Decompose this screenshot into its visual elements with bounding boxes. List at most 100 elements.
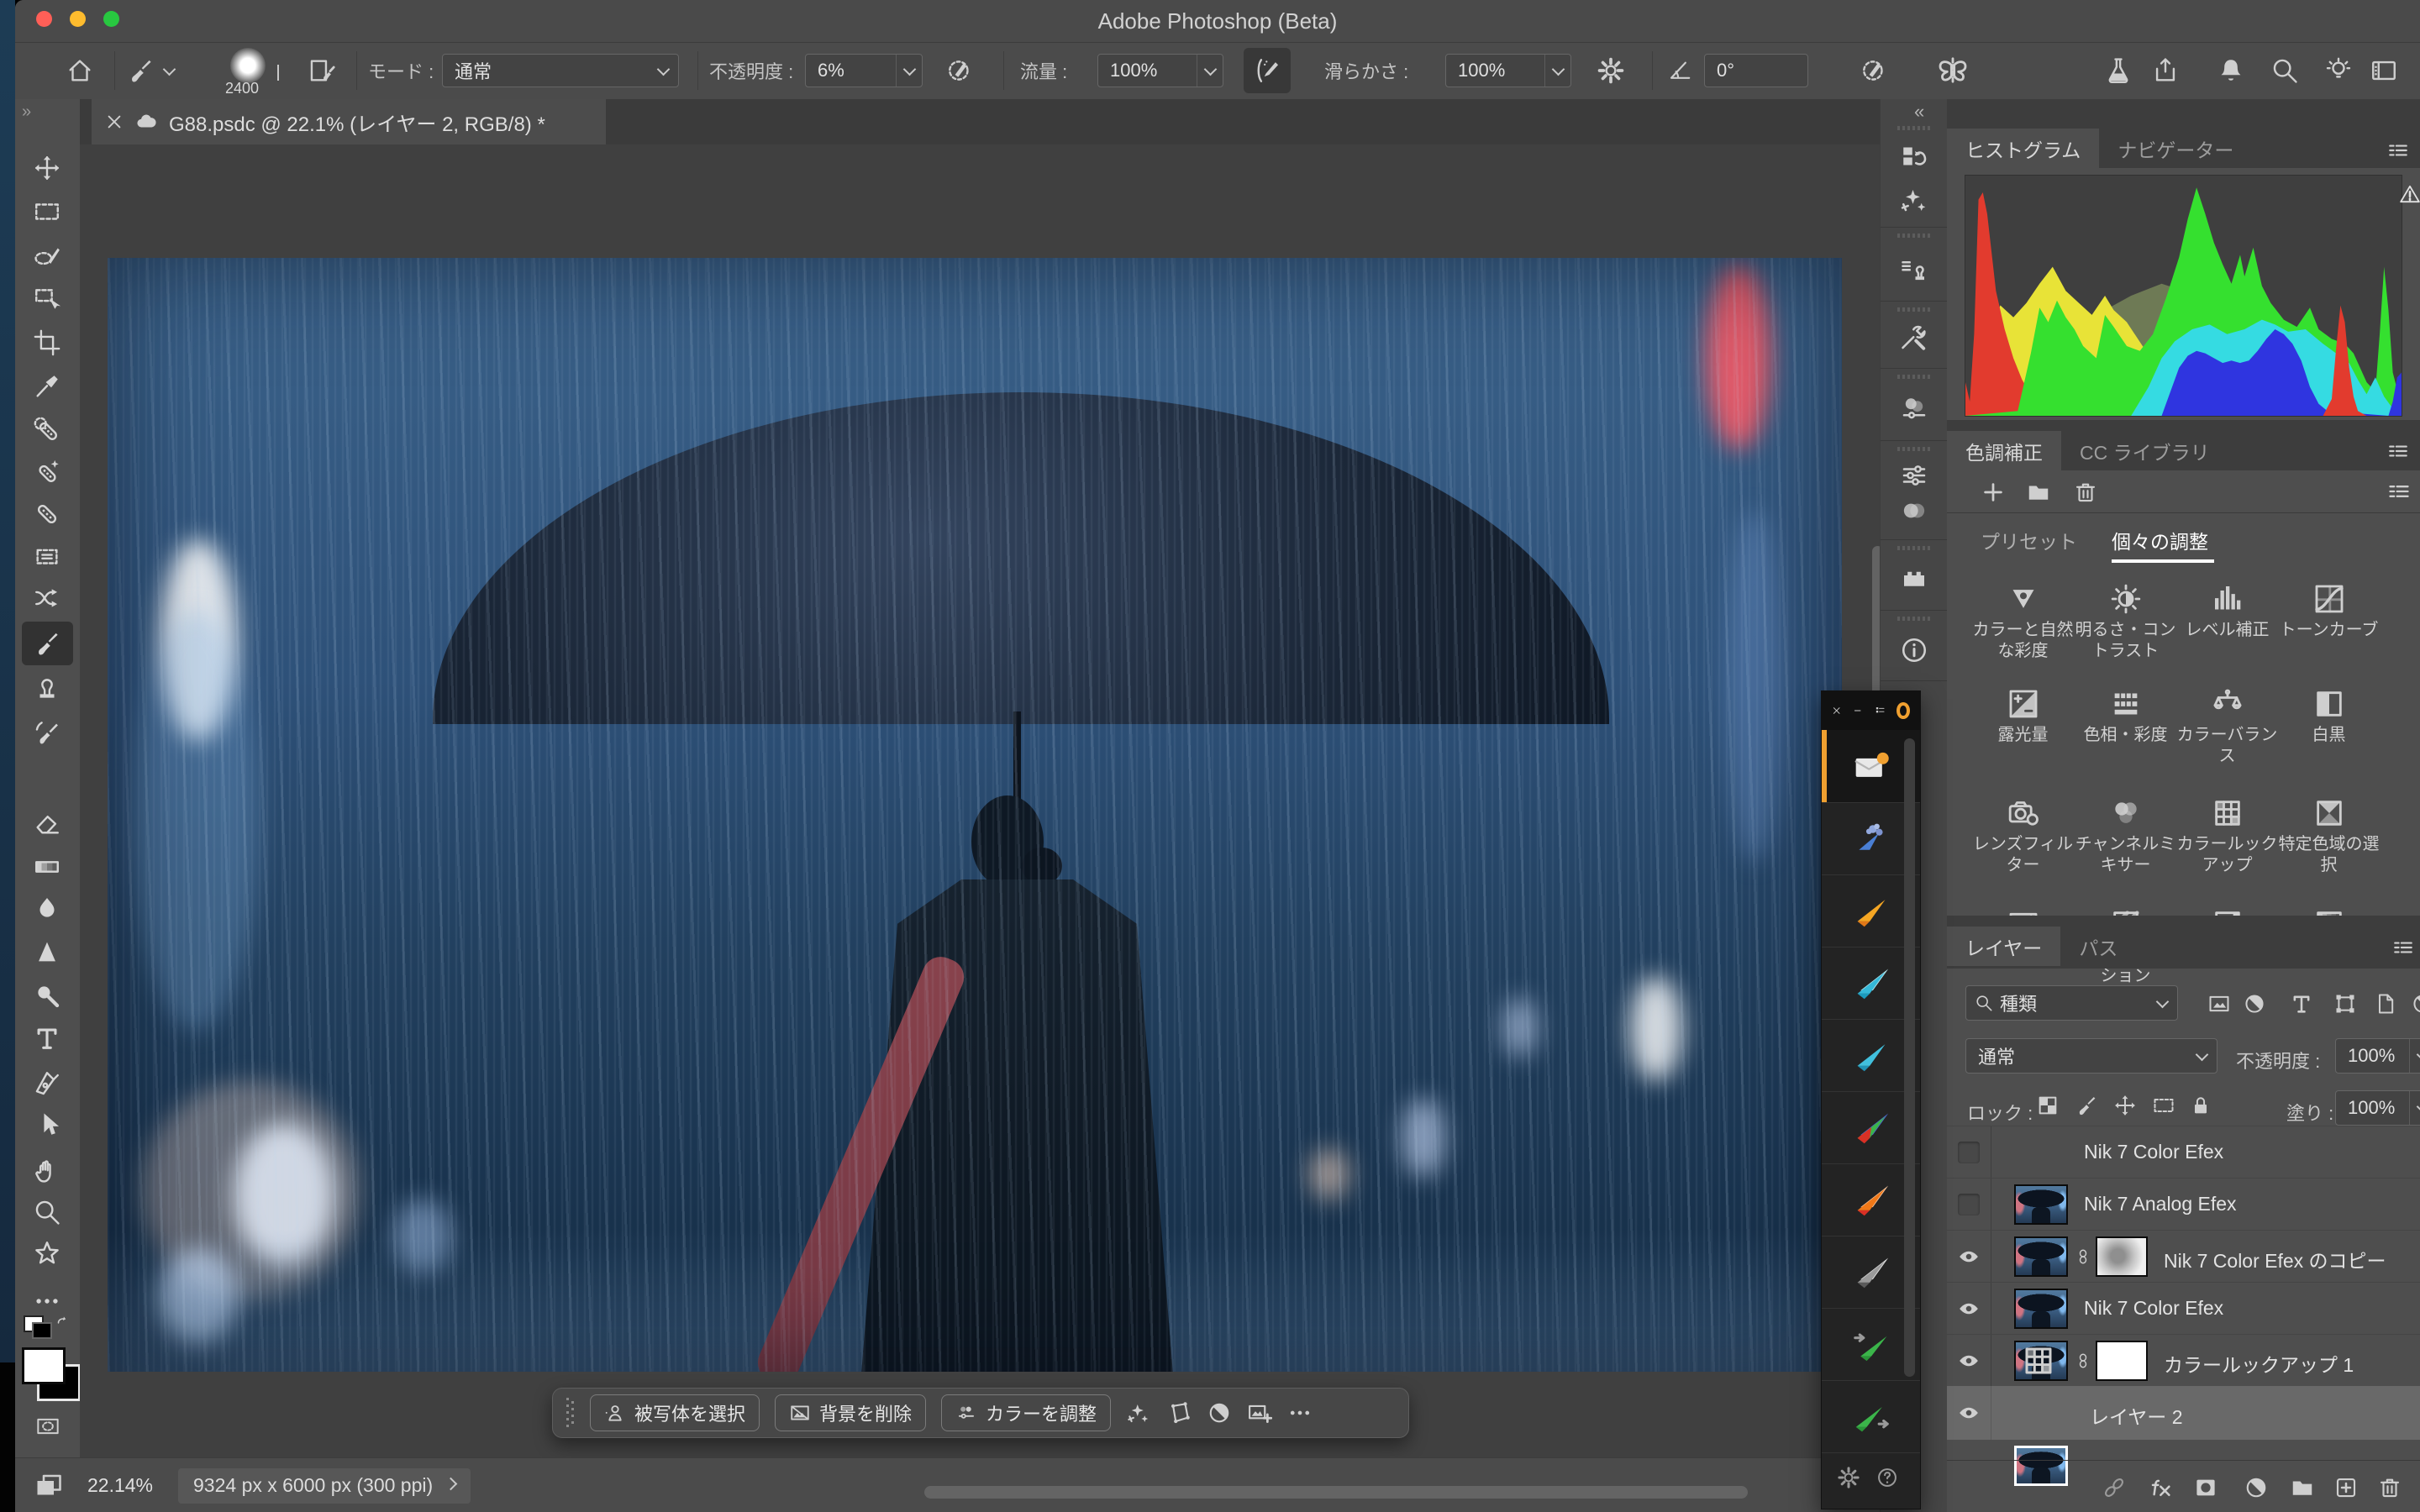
adjustment-black-white[interactable]: 白黒 — [2278, 687, 2380, 786]
libraries-panel-icon[interactable] — [1899, 563, 1929, 593]
adjustment-channel-mixer[interactable]: チャンネルミキサー — [2075, 796, 2176, 895]
lock-transparency-icon[interactable] — [2036, 1094, 2060, 1117]
nik-scrollbar[interactable] — [1904, 738, 1915, 1377]
layer-mask-thumbnail[interactable] — [2096, 1341, 2148, 1381]
crop-tool[interactable] — [33, 328, 61, 357]
healing-brush-tool[interactable] — [33, 500, 61, 528]
layer-blend-mode-select[interactable]: 通常 — [1965, 1038, 2217, 1074]
quick-mask-icon[interactable] — [34, 1415, 62, 1438]
layer-row[interactable]: Nik 7 Color Efex のコピー — [1947, 1230, 2420, 1283]
lock-position-icon[interactable] — [2113, 1094, 2137, 1117]
add-mask-icon[interactable] — [2193, 1475, 2218, 1500]
adjustment-brightness[interactable]: 明るさ・コントラスト — [2075, 582, 2176, 681]
panel-menu-icon[interactable] — [2387, 139, 2409, 161]
visibility-toggle[interactable] — [1947, 1126, 1991, 1179]
adjustment-curves[interactable]: トーンカーブ — [2278, 582, 2380, 681]
help-icon[interactable] — [1876, 1466, 1899, 1489]
filter-adjustment-layers-icon[interactable] — [2243, 992, 2266, 1016]
visibility-toggle[interactable] — [1947, 1179, 1991, 1231]
tab-layers[interactable]: レイヤー — [1947, 927, 2060, 966]
new-layer-icon[interactable] — [2333, 1475, 2359, 1500]
filter-pixel-layers-icon[interactable] — [2207, 992, 2231, 1016]
adjustment-exposure[interactable]: 露光量 — [1972, 687, 2074, 786]
bell-icon[interactable] — [2217, 56, 2245, 85]
adjustment-hue-saturation[interactable]: 色相・彩度 — [2075, 687, 2176, 786]
more-tools-icon[interactable] — [33, 1287, 61, 1315]
swap-colors-icon[interactable] — [54, 1312, 72, 1331]
add-adjustment-icon[interactable] — [1981, 480, 2006, 505]
flow-field[interactable]: 100% — [1097, 54, 1223, 87]
brush-tool[interactable] — [33, 629, 61, 658]
visibility-toggle[interactable] — [1947, 1283, 1991, 1335]
trash-icon[interactable] — [2377, 1475, 2402, 1500]
adjustment-color-balance[interactable]: カラーバランス — [2176, 687, 2278, 786]
canvas-horizontal-scrollbar[interactable] — [924, 1486, 1748, 1499]
properties-panel-icon[interactable] — [1899, 460, 1929, 491]
remove-tool[interactable] — [33, 458, 61, 486]
path-selection-tool[interactable] — [33, 1110, 61, 1139]
screen-mode-icon[interactable] — [34, 1471, 64, 1501]
lock-all-icon[interactable] — [2189, 1094, 2212, 1117]
gear-icon[interactable] — [1597, 56, 1625, 85]
lightbulb-icon[interactable] — [2324, 56, 2353, 85]
flask-icon[interactable] — [2104, 56, 2133, 85]
nik-item[interactable] — [1822, 1380, 1920, 1453]
blur-tool[interactable] — [33, 894, 61, 922]
history-panel-icon[interactable] — [1899, 141, 1929, 171]
tab-adjustments[interactable]: 色調補正 — [1947, 431, 2061, 470]
new-adjustment-icon[interactable] — [2244, 1475, 2269, 1500]
toolbar-collapse-icon[interactable]: » — [22, 102, 31, 122]
workspace-switcher-icon[interactable] — [2370, 56, 2398, 85]
brush-preset-preview[interactable] — [230, 48, 266, 83]
lock-artboard-icon[interactable] — [2152, 1094, 2175, 1117]
document-dimensions[interactable]: 9324 px x 6000 px (300 ppi) — [178, 1468, 471, 1504]
tab-cc-libraries[interactable]: CC ライブラリ — [2061, 431, 2228, 470]
adjustment-vibrance[interactable]: カラーと自然な彩度 — [1972, 582, 2074, 681]
search-icon[interactable] — [2270, 56, 2299, 85]
document-image[interactable] — [108, 258, 1842, 1372]
visibility-toggle[interactable] — [1947, 1335, 1991, 1387]
select-subject-button[interactable]: 被写体を選択 — [590, 1394, 760, 1431]
adjust-color-button[interactable]: カラーを調整 — [941, 1394, 1111, 1431]
patch-tool[interactable] — [33, 542, 61, 570]
clone-stamp-tool[interactable] — [33, 675, 61, 703]
adjustment-icon[interactable] — [1207, 1400, 1232, 1425]
zoom-tool[interactable] — [33, 1198, 61, 1226]
adjustments-panel-icon[interactable] — [1899, 393, 1929, 423]
adjustment-color-lookup[interactable]: カラールックアップ — [2176, 796, 2278, 895]
brush-settings-panel-icon[interactable] — [308, 56, 336, 85]
blend-mode-select[interactable]: 通常 — [442, 54, 679, 87]
dodge-tool[interactable] — [33, 981, 61, 1010]
ai-actions-panel-icon[interactable] — [1899, 185, 1929, 215]
info-panel-icon[interactable] — [1899, 635, 1929, 665]
remove-background-button[interactable]: 背景を削除 — [775, 1394, 926, 1431]
filter-type-layers-icon[interactable] — [2290, 992, 2313, 1016]
filter-smart-objects-icon[interactable] — [2374, 992, 2397, 1016]
filter-shape-layers-icon[interactable] — [2333, 992, 2357, 1016]
clone-source-panel-icon[interactable] — [1899, 255, 1929, 286]
object-selection-tool[interactable] — [33, 285, 61, 313]
layer-row[interactable]: Nik 7 Color Efex — [1947, 1282, 2420, 1335]
airbrush-toggle[interactable] — [1244, 48, 1291, 93]
home-icon[interactable] — [66, 56, 94, 85]
subtab-individual[interactable]: 個々の調整 — [2112, 526, 2208, 554]
trash-icon[interactable] — [2073, 480, 2098, 505]
layer-row[interactable]: Nik 7 Color Efex — [1947, 1126, 2420, 1179]
lock-pixels-icon[interactable] — [2075, 1094, 2098, 1117]
adjustment-levels[interactable]: レベル補正 — [2176, 582, 2278, 681]
visibility-toggle[interactable] — [1947, 1231, 1991, 1283]
channels-panel-icon[interactable] — [1899, 496, 1929, 526]
new-group-icon[interactable] — [2290, 1475, 2315, 1500]
content-aware-move-tool[interactable] — [33, 584, 61, 612]
share-icon[interactable] — [2151, 56, 2180, 85]
brush-tool-icon[interactable] — [126, 56, 155, 85]
butterfly-icon[interactable] — [1936, 54, 1970, 87]
mini-background-swatch[interactable] — [32, 1322, 52, 1339]
tab-navigator[interactable]: ナビゲーター — [2099, 129, 2252, 168]
close-icon[interactable] — [105, 113, 124, 131]
adjustment-selective-color[interactable]: 特定色域の選択 — [2278, 796, 2380, 895]
layer-opacity-field[interactable]: 100% — [2335, 1038, 2420, 1074]
more-options-icon[interactable] — [1287, 1400, 1313, 1425]
foreground-color-swatch[interactable] — [22, 1347, 66, 1384]
tab-paths[interactable]: パス — [2060, 927, 2136, 966]
